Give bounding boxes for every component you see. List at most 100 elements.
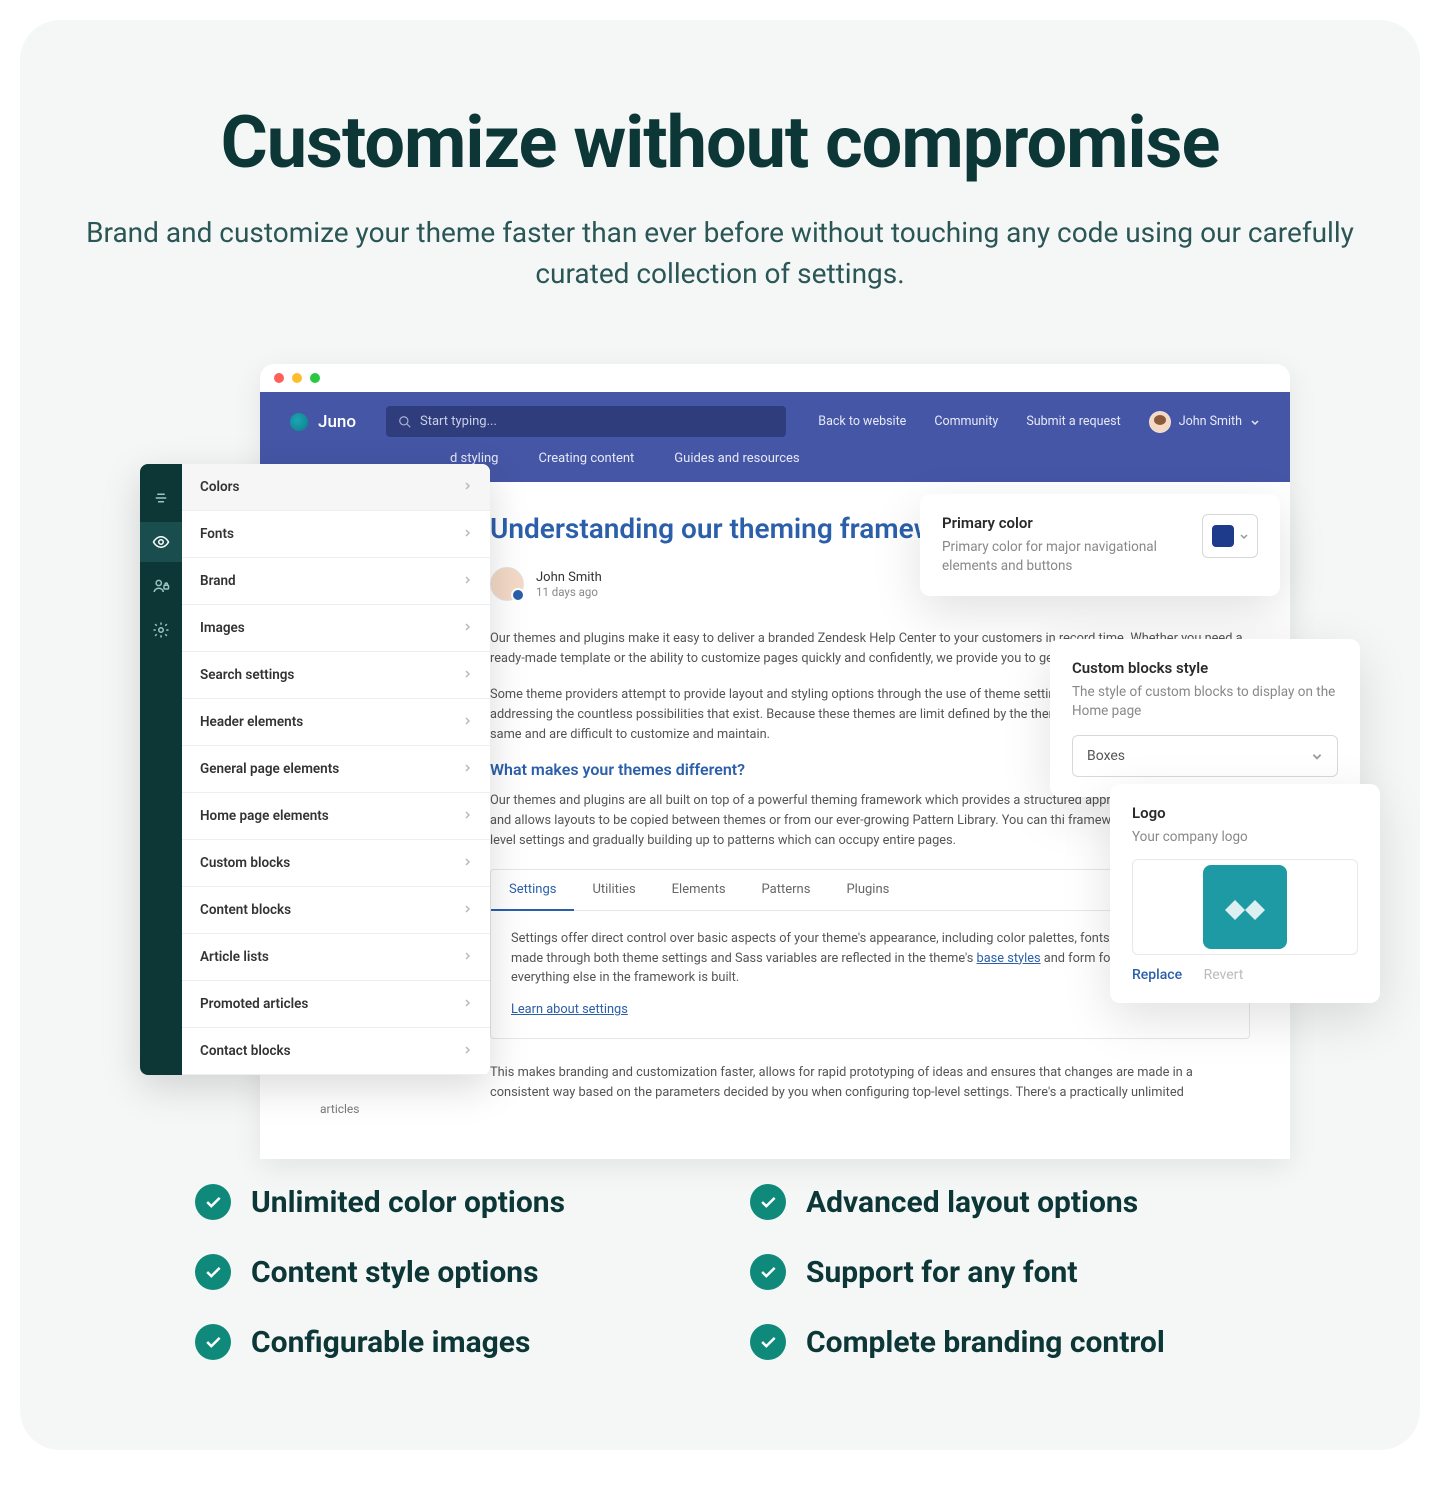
- app-brand-name: Juno: [318, 412, 356, 432]
- chevron-down-icon: [1311, 750, 1323, 762]
- feature-label: Support for any font: [806, 1255, 1077, 1290]
- logo-preview: [1132, 859, 1358, 955]
- category-row[interactable]: Article lists: [182, 934, 490, 981]
- category-row[interactable]: Custom blocks: [182, 840, 490, 887]
- link-back-to-website[interactable]: Back to website: [818, 414, 906, 429]
- check-icon: [750, 1324, 786, 1360]
- category-label: Fonts: [200, 526, 234, 542]
- logo-desc: Your company logo: [1132, 828, 1358, 847]
- logo-title: Logo: [1132, 804, 1358, 822]
- logo-setting-card: Logo Your company logo Replace Revert: [1110, 784, 1380, 1003]
- nav-tab-guides[interactable]: Guides and resources: [674, 451, 799, 466]
- category-label: Content blocks: [200, 902, 291, 918]
- feature-item: Complete branding control: [750, 1324, 1245, 1360]
- category-label: Colors: [200, 479, 239, 495]
- theme-editor-panel: Colors Fonts Brand ImagesSearch settings Hea…: [140, 464, 490, 1075]
- verified-badge-icon: [511, 588, 525, 602]
- primary-color-card: Primary color Primary color for major na…: [920, 494, 1280, 596]
- chevron-right-icon: [462, 1043, 472, 1059]
- category-row[interactable]: Search settings: [182, 652, 490, 699]
- category-row[interactable]: Header elements: [182, 699, 490, 746]
- check-icon: [750, 1184, 786, 1220]
- category-label: Header elements: [200, 714, 303, 730]
- chevron-right-icon: [462, 902, 472, 918]
- rail-menu-button[interactable]: [140, 478, 182, 518]
- rail-users-button[interactable]: [140, 566, 182, 606]
- rail-settings-button[interactable]: [140, 610, 182, 650]
- chevron-right-icon: [462, 949, 472, 965]
- chevron-right-icon: [462, 808, 472, 824]
- category-label: Brand: [200, 573, 236, 589]
- feature-label: Advanced layout options: [806, 1185, 1138, 1220]
- link-base-styles[interactable]: base styles: [977, 951, 1041, 966]
- window-min-dot: [292, 373, 302, 383]
- feature-item: Content style options: [195, 1254, 690, 1290]
- link-community[interactable]: Community: [934, 414, 998, 429]
- search-icon: [398, 415, 412, 429]
- app-logo-icon: [290, 413, 308, 431]
- category-label: Home page elements: [200, 808, 329, 824]
- logo-replace-link[interactable]: Replace: [1132, 967, 1182, 983]
- category-row[interactable]: Content blocks: [182, 887, 490, 934]
- features-grid: Unlimited color options Advanced layout o…: [195, 1184, 1245, 1360]
- chevron-right-icon: [462, 667, 472, 683]
- feature-label: Unlimited color options: [251, 1185, 565, 1220]
- category-row[interactable]: Brand: [182, 558, 490, 605]
- tab-elements[interactable]: Elements: [654, 870, 744, 910]
- tab-plugins[interactable]: Plugins: [828, 870, 907, 910]
- gear-icon: [152, 621, 170, 639]
- rail-preview-button[interactable]: [140, 522, 182, 562]
- chevron-down-icon: [1239, 531, 1249, 541]
- window-title-bar: [260, 364, 1290, 392]
- check-icon: [195, 1254, 231, 1290]
- tab-utilities[interactable]: Utilities: [574, 870, 653, 910]
- link-learn-about-settings[interactable]: Learn about settings: [511, 1000, 628, 1020]
- search-input[interactable]: Start typing...: [386, 406, 786, 437]
- category-row[interactable]: Images: [182, 605, 490, 652]
- feature-item: Support for any font: [750, 1254, 1245, 1290]
- tab-patterns[interactable]: Patterns: [744, 870, 829, 910]
- custom-blocks-title: Custom blocks style: [1072, 659, 1338, 677]
- custom-blocks-desc: The style of custom blocks to display on…: [1072, 683, 1338, 721]
- category-row[interactable]: Promoted articles: [182, 981, 490, 1028]
- category-label: Custom blocks: [200, 855, 290, 871]
- user-menu[interactable]: John Smith: [1149, 411, 1260, 433]
- logo-image: [1203, 865, 1287, 949]
- chevron-right-icon: [462, 996, 472, 1012]
- editor-category-list: Colors Fonts Brand ImagesSearch settings Hea…: [182, 464, 490, 1075]
- chevron-right-icon: [462, 855, 472, 871]
- category-row[interactable]: Contact blocks: [182, 1028, 490, 1075]
- category-row[interactable]: Colors: [182, 464, 490, 511]
- link-submit-request[interactable]: Submit a request: [1026, 414, 1120, 429]
- hero-subtitle: Brand and customize your theme faster th…: [80, 213, 1360, 294]
- logo-revert-link[interactable]: Revert: [1204, 967, 1244, 983]
- check-icon: [195, 1184, 231, 1220]
- category-label: Contact blocks: [200, 1043, 291, 1059]
- chevron-right-icon: [462, 526, 472, 542]
- tab-settings[interactable]: Settings: [491, 870, 574, 911]
- feature-label: Complete branding control: [806, 1325, 1165, 1360]
- select-value: Boxes: [1087, 748, 1125, 764]
- feature-label: Configurable images: [251, 1325, 530, 1360]
- article-paragraph: This makes branding and customization fa…: [490, 1063, 1250, 1103]
- custom-blocks-card: Custom blocks style The style of custom …: [1050, 639, 1360, 797]
- category-row[interactable]: Home page elements: [182, 793, 490, 840]
- app-brand[interactable]: Juno: [290, 412, 356, 432]
- primary-color-title: Primary color: [942, 514, 1184, 532]
- chevron-right-icon: [462, 620, 472, 636]
- sidebar-hint-text: articles: [320, 1102, 360, 1116]
- category-row[interactable]: General page elements: [182, 746, 490, 793]
- window-close-dot: [274, 373, 284, 383]
- article-date: 11 days ago: [536, 585, 602, 599]
- chevron-down-icon: [1250, 417, 1260, 427]
- check-icon: [750, 1254, 786, 1290]
- nav-tab-creating-content[interactable]: Creating content: [538, 451, 634, 466]
- custom-blocks-select[interactable]: Boxes: [1072, 735, 1338, 777]
- chevron-right-icon: [462, 573, 472, 589]
- category-row[interactable]: Fonts: [182, 511, 490, 558]
- hero-title: Customize without compromise: [80, 100, 1360, 185]
- user-name: John Smith: [1179, 414, 1242, 429]
- primary-color-desc: Primary color for major navigational ele…: [942, 538, 1184, 576]
- color-picker-button[interactable]: [1202, 514, 1258, 558]
- color-swatch: [1212, 525, 1234, 547]
